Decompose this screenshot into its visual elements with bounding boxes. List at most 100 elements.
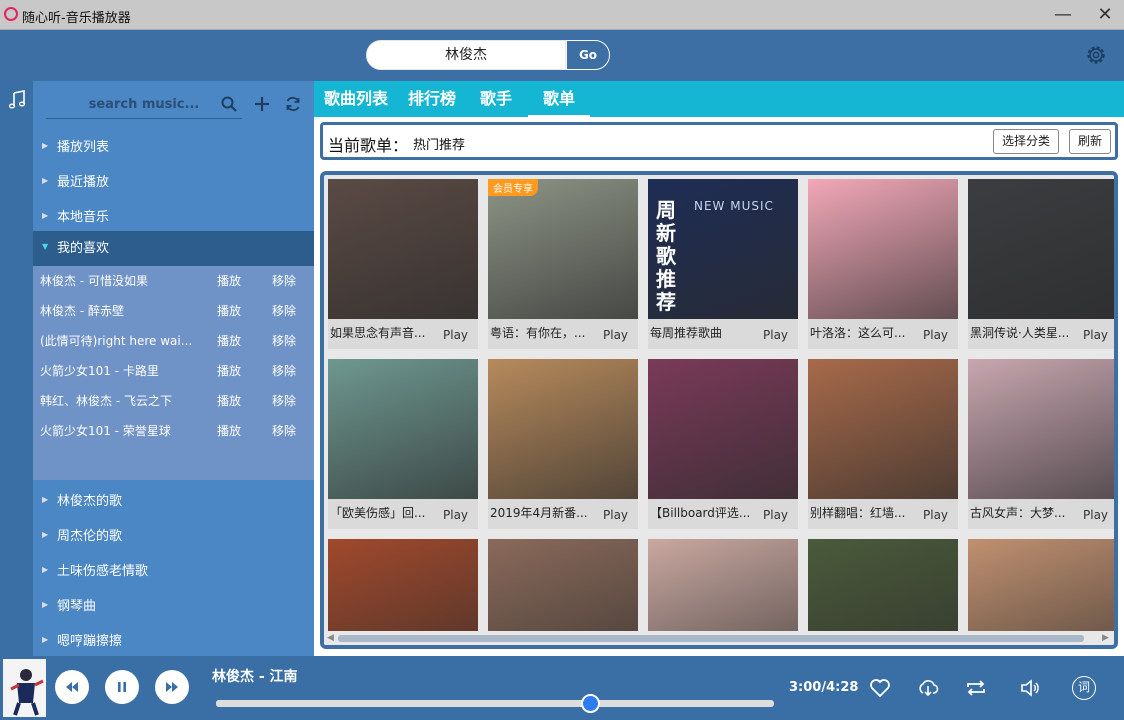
playlist-cover[interactable]	[968, 359, 1114, 499]
playlist-card[interactable]: 会员专享粤语：有你在，... Play	[488, 179, 638, 349]
settings-icon[interactable]	[1084, 43, 1108, 67]
scroll-thumb[interactable]	[338, 635, 1084, 642]
playlist-play-button[interactable]: Play	[923, 508, 948, 522]
song-row[interactable]: 林俊杰 - 可惜没如果 播放 移除	[33, 266, 314, 296]
refresh-button[interactable]: 刷新	[1069, 129, 1111, 154]
song-remove-button[interactable]: 移除	[272, 266, 296, 296]
song-row[interactable]: 林俊杰 - 醉赤壁 播放 移除	[33, 296, 314, 326]
playlist-cover[interactable]	[648, 359, 798, 499]
playlist-cover[interactable]	[968, 179, 1114, 319]
playlist-card[interactable]: 叶洛洛：这么可... Play	[808, 179, 958, 349]
song-play-button[interactable]: 播放	[217, 356, 241, 386]
refresh-icon[interactable]	[284, 95, 302, 113]
playlist-cover[interactable]	[488, 359, 638, 499]
sidebar-item-playlist[interactable]: ▶ 播放列表	[33, 130, 314, 165]
search-icon[interactable]	[220, 95, 238, 113]
sidebar-item-favorites[interactable]: ▼ 我的喜欢	[33, 231, 314, 266]
playlist-card[interactable]: 「欧美伤感」回... Play	[328, 359, 478, 529]
go-button[interactable]: Go	[566, 40, 610, 70]
sidebar-item-recent[interactable]: ▶ 最近播放	[33, 165, 314, 200]
song-remove-button[interactable]: 移除	[272, 386, 296, 416]
playlist-play-button[interactable]: Play	[1083, 508, 1108, 522]
song-remove-button[interactable]: 移除	[272, 416, 296, 446]
choose-category-button[interactable]: 选择分类	[993, 129, 1059, 154]
progress-knob[interactable]	[580, 694, 600, 713]
add-icon[interactable]	[253, 95, 271, 113]
scroll-right-icon[interactable]: ▶	[1102, 631, 1109, 645]
sidebar-item-playlist-sad[interactable]: ▶ 土味伤感老情歌	[33, 554, 314, 589]
tab-charts[interactable]: 排行榜	[408, 81, 456, 117]
close-button[interactable]: ✕	[1094, 4, 1116, 26]
playlist-play-button[interactable]: Play	[603, 328, 628, 342]
playlist-play-button[interactable]: Play	[763, 328, 788, 342]
song-play-button[interactable]: 播放	[217, 266, 241, 296]
song-play-button[interactable]: 播放	[217, 326, 241, 356]
playlist-cover[interactable]: 周新歌推荐 NEW MUSIC	[648, 179, 798, 319]
sidebar-item-label: 林俊杰的歌	[57, 494, 123, 509]
sidebar-item-label: 周杰伦的歌	[57, 529, 123, 544]
song-row[interactable]: 火箭少女101 - 卡路里 播放 移除	[33, 356, 314, 386]
top-search-input[interactable]: 林俊杰	[366, 40, 566, 70]
sidebar-search-input[interactable]: search music...	[46, 93, 242, 119]
playlist-play-button[interactable]: Play	[923, 328, 948, 342]
song-name: 火箭少女101 - 卡路里	[40, 364, 159, 378]
favorites-song-list: 林俊杰 - 可惜没如果 播放 移除 林俊杰 - 醉赤壁 播放 移除 (此情可待)…	[33, 266, 314, 480]
song-remove-button[interactable]: 移除	[272, 356, 296, 386]
previous-icon	[66, 682, 78, 692]
playlist-play-button[interactable]: Play	[443, 328, 468, 342]
playlist-card[interactable]: 如果思念有声音... Play	[328, 179, 478, 349]
song-play-button[interactable]: 播放	[217, 416, 241, 446]
song-remove-button[interactable]: 移除	[272, 326, 296, 356]
playlist-cover[interactable]	[328, 179, 478, 319]
playlist-title: 粤语：有你在，...	[490, 326, 586, 340]
pause-button[interactable]	[105, 670, 139, 704]
cover-title-text: 周新歌推荐	[656, 199, 680, 314]
song-row[interactable]: (此情可待)right here wai... 播放 移除	[33, 326, 314, 356]
sidebar-item-playlist-dance[interactable]: ▶ 嗯哼蹦擦擦	[33, 624, 314, 659]
horizontal-scrollbar[interactable]: ◀ ▶	[324, 631, 1114, 645]
song-play-button[interactable]: 播放	[217, 296, 241, 326]
playlist-card[interactable]: 周新歌推荐 NEW MUSIC 每周推荐歌曲 Play	[648, 179, 798, 349]
tab-song-list[interactable]: 歌曲列表	[324, 81, 388, 117]
playlist-play-button[interactable]: Play	[1083, 328, 1108, 342]
sidebar-item-playlist-jj[interactable]: ▶ 林俊杰的歌	[33, 484, 314, 519]
song-remove-button[interactable]: 移除	[272, 296, 296, 326]
previous-button[interactable]	[55, 670, 89, 704]
song-name: (此情可待)right here wai...	[40, 334, 193, 348]
playlist-card[interactable]: 别样翻唱：红墙... Play	[808, 359, 958, 529]
minimize-button[interactable]: —	[1052, 4, 1074, 26]
tab-playlists[interactable]: 歌单	[528, 81, 590, 117]
sidebar-item-playlist-piano[interactable]: ▶ 钢琴曲	[33, 589, 314, 624]
sidebar-item-playlist-jay[interactable]: ▶ 周杰伦的歌	[33, 519, 314, 554]
playlist-cover[interactable]	[808, 179, 958, 319]
playlist-card[interactable]: 黑洞传说·人类星... Play	[968, 179, 1114, 349]
scroll-left-icon[interactable]: ◀	[327, 631, 334, 645]
volume-icon[interactable]	[1018, 676, 1042, 700]
music-note-icon[interactable]	[6, 89, 28, 111]
playlist-play-button[interactable]: Play	[763, 508, 788, 522]
song-play-button[interactable]: 播放	[217, 386, 241, 416]
playlist-play-button[interactable]: Play	[603, 508, 628, 522]
playlist-play-button[interactable]: Play	[443, 508, 468, 522]
repeat-icon[interactable]	[964, 676, 988, 700]
sidebar-item-local-music[interactable]: ▶ 本地音乐	[33, 200, 314, 235]
download-icon[interactable]	[916, 676, 940, 700]
song-row[interactable]: 火箭少女101 - 荣誉星球 播放 移除	[33, 416, 314, 446]
album-art[interactable]	[3, 659, 46, 717]
progress-slider[interactable]	[216, 694, 774, 713]
playlist-cover[interactable]: 会员专享	[488, 179, 638, 319]
app-logo-icon	[4, 7, 18, 21]
heart-icon[interactable]	[868, 676, 892, 700]
playlist-card[interactable]: 【Billboard评选... Play	[648, 359, 798, 529]
song-row[interactable]: 韩红、林俊杰 - 飞云之下 播放 移除	[33, 386, 314, 416]
top-bar: 林俊杰 Go	[0, 30, 1124, 81]
tab-artists[interactable]: 歌手	[480, 81, 512, 117]
lyrics-icon[interactable]: 词	[1072, 676, 1096, 700]
playlist-title: 「欧美伤感」回...	[330, 506, 426, 520]
next-button[interactable]	[155, 670, 189, 704]
playlist-cover[interactable]	[808, 359, 958, 499]
playlist-title: 别样翻唱：红墙...	[810, 506, 906, 520]
playlist-card[interactable]: 2019年4月新番... Play	[488, 359, 638, 529]
playlist-cover[interactable]	[328, 359, 478, 499]
playlist-card[interactable]: 古风女声：大梦... Play	[968, 359, 1114, 529]
